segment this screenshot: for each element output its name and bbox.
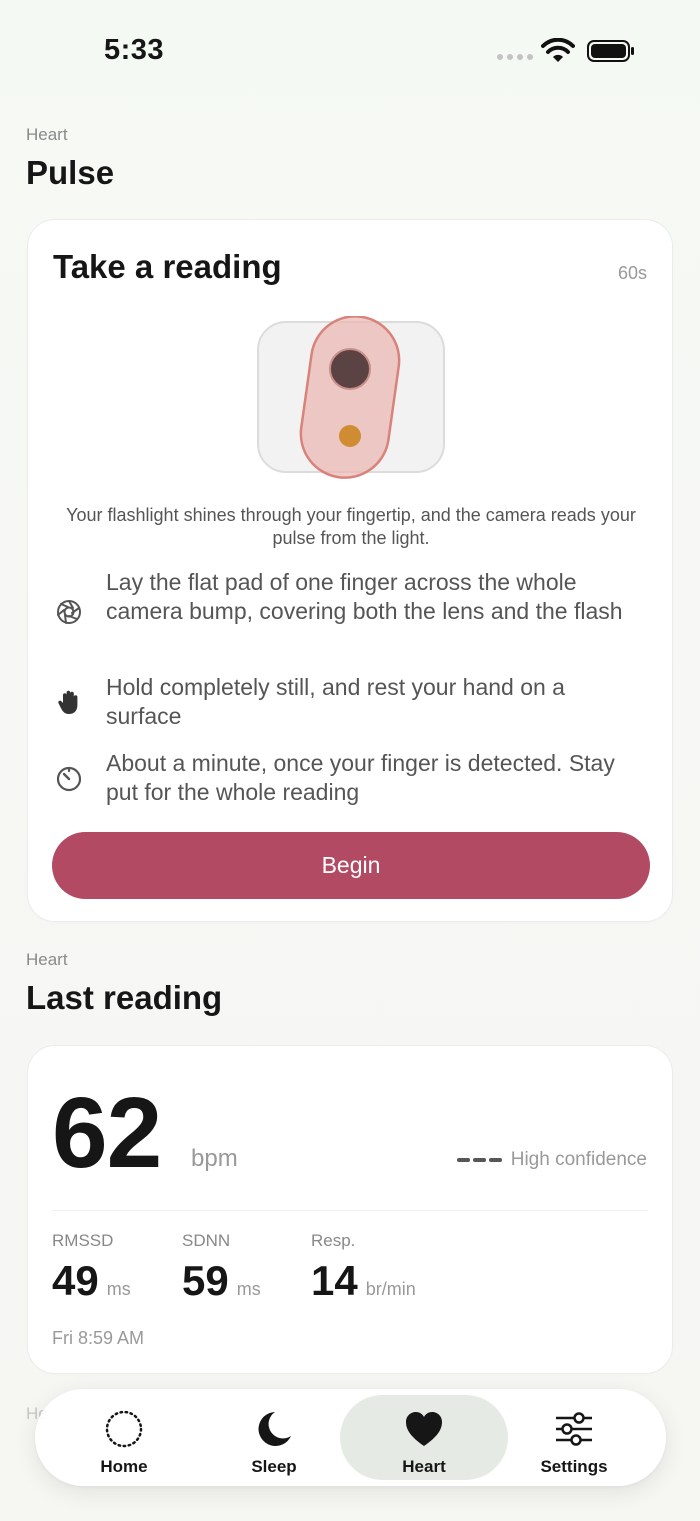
tab-label: Home [100,1457,148,1476]
metric-value: 59 [182,1257,229,1304]
pulse-section-title: Pulse [26,154,115,191]
tab-heart[interactable]: Heart [340,1395,508,1480]
bpm-value: 62 [52,1077,162,1189]
last-reading-title: Last reading [26,979,223,1016]
tab-home[interactable]: Home [40,1395,208,1480]
metric-rmssd: RMSSD 49 ms [52,1231,131,1305]
last-reading-card[interactable]: 62 bpm High confidence RMSSD 49 ms SDNN … [27,1045,673,1374]
step-text: About a minute, once your finger is dete… [106,750,615,805]
reading-timestamp: Fri 8:59 AM [52,1328,145,1348]
step-text: Hold completely still, and rest your han… [106,674,565,729]
timer-icon [56,766,82,792]
dotted-circle-icon [105,1410,143,1448]
status-bar: 5:33 [0,0,700,100]
status-time: 5:33 [104,34,165,66]
metric-sdnn: SDNN 59 ms [182,1231,261,1305]
hand-icon [58,690,78,714]
confidence-dashes-icon [456,1158,502,1162]
confidence-label: High confidence [510,1149,647,1170]
metric-value: 49 [52,1257,99,1304]
metric-unit: ms [236,1279,261,1299]
battery-icon [587,40,634,62]
moon-icon [258,1412,291,1446]
sliders-icon [556,1412,592,1446]
finger-on-camera-illustration [257,316,445,479]
tab-label: Settings [540,1457,608,1476]
reading-duration: 60s [617,263,647,283]
metric-unit: br/min [365,1279,416,1299]
tab-settings[interactable]: Settings [490,1395,658,1480]
divider [52,1210,648,1211]
metric-respiration: Resp. 14 br/min [311,1231,416,1305]
pulse-section-eyebrow: Heart [26,125,68,144]
camera-aperture-icon [57,600,81,624]
metric-label: RMSSD [52,1231,114,1250]
wifi-icon [541,38,575,62]
last-reading-eyebrow: Heart [26,950,68,969]
bpm-unit: bpm [191,1145,238,1172]
cellular-signal-icon [497,54,533,60]
reading-explanation: Your flashlight shines through your fing… [66,505,636,548]
tab-bar: Home Sleep Heart Settings [35,1389,666,1486]
metric-label: SDNN [182,1231,231,1250]
metric-unit: ms [106,1279,131,1299]
metric-value: 14 [311,1257,358,1304]
tab-label: Sleep [251,1457,297,1476]
take-reading-card: Take a reading 60s Your flashlight shine… [27,219,673,922]
tab-label: Heart [402,1457,446,1476]
begin-button[interactable]: Begin [52,832,650,899]
confidence-indicator: High confidence [456,1149,647,1171]
card-title: Take a reading [53,248,282,285]
heart-icon [406,1412,442,1446]
step-text: Lay the flat pad of one finger across th… [106,569,623,624]
tab-sleep[interactable]: Sleep [190,1395,358,1480]
metric-label: Resp. [311,1231,356,1250]
